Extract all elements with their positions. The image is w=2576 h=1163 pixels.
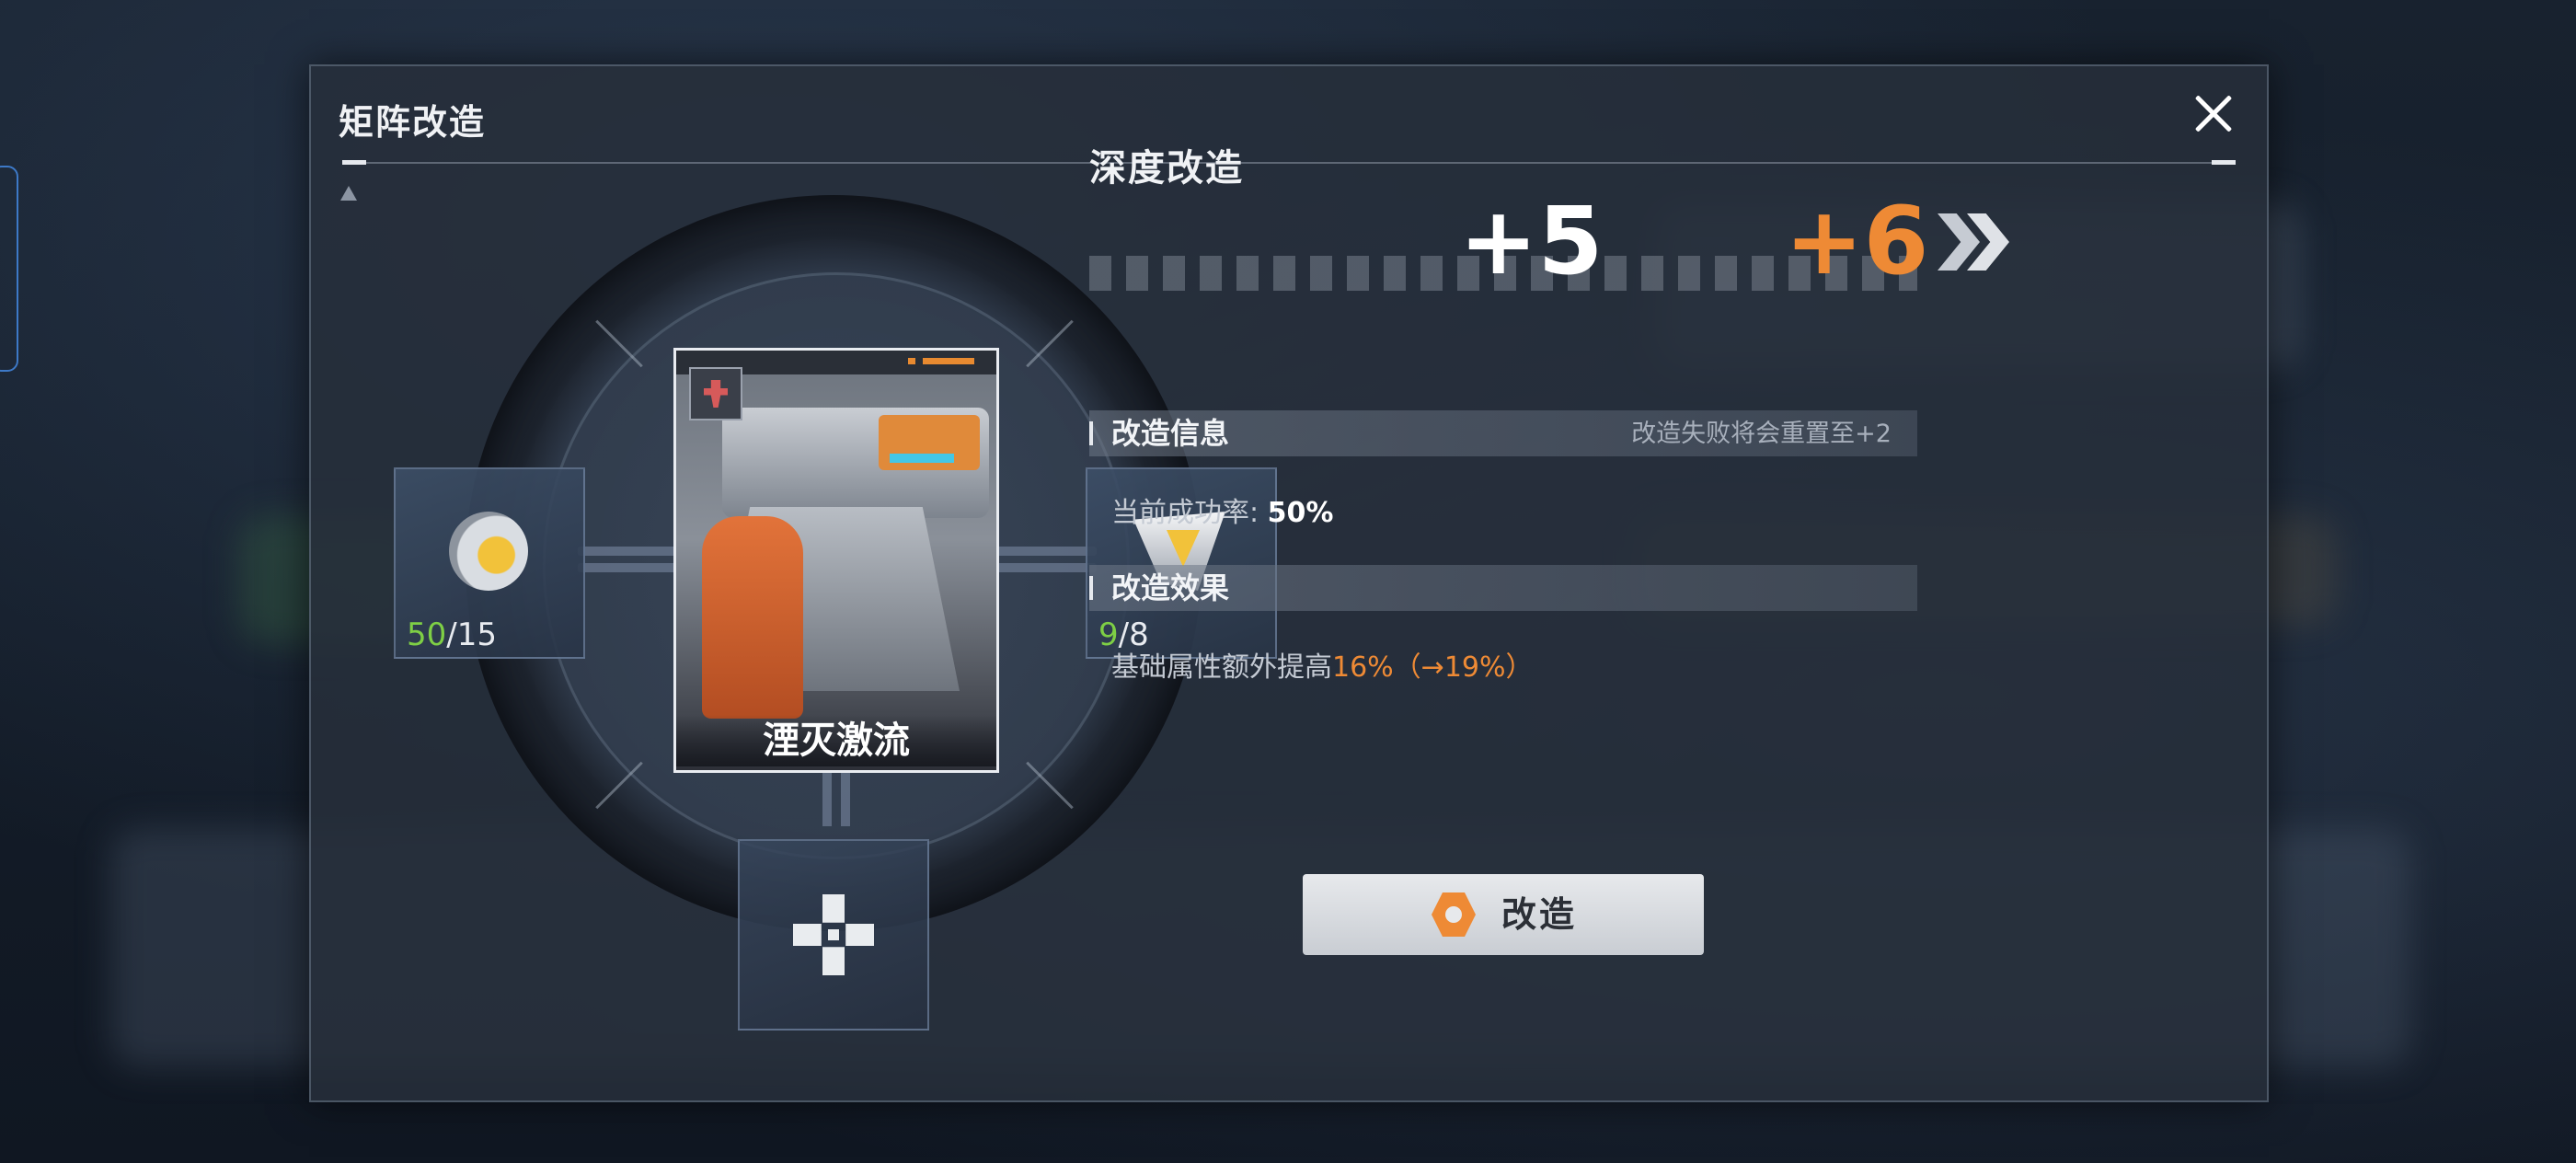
modify-button-label: 改造 [1501, 894, 1578, 935]
divider-accent-right [2212, 160, 2236, 165]
material-slot-left[interactable]: 50/15 [394, 467, 585, 659]
effect-description: 基础属性额外提高16%（→19%） [1111, 651, 1534, 684]
card-name: 湮灭激流 [676, 715, 996, 766]
close-button[interactable] [2186, 86, 2241, 142]
slot-connector [578, 547, 679, 556]
next-level: +6 [1785, 187, 1929, 296]
current-level: +5 [1459, 187, 1604, 296]
slot-connector [995, 563, 1097, 572]
matrix-card[interactable]: 湮灭激流 [673, 348, 999, 773]
side-tab[interactable] [0, 166, 18, 372]
energy-core-icon [449, 512, 528, 591]
effect-section-header: 改造效果 [1089, 565, 1917, 611]
card-type-badge [689, 367, 742, 420]
wrench-icon [1432, 892, 1476, 937]
deep-modify-title: 深度改造 [1089, 147, 1244, 190]
cannon-art-glow [890, 454, 954, 463]
section-title: 改造信息 [1111, 416, 1230, 451]
divider-accent-left [342, 160, 366, 165]
effect-value: 16%（→19%） [1332, 651, 1534, 684]
warning-icon [340, 186, 357, 201]
modify-button[interactable]: 改造 [1303, 874, 1704, 955]
pilot-art [702, 516, 803, 719]
title-divider [342, 162, 2236, 164]
slot-connector [995, 547, 1097, 556]
card-accent-bar [908, 358, 915, 364]
slot-connector [578, 563, 679, 572]
reset-note: 改造失败将会重置至+2 [1631, 420, 1892, 448]
plus-icon [793, 894, 874, 975]
card-accent-bar [923, 358, 974, 364]
material-count: 50/15 [407, 616, 497, 653]
info-section-header: 改造信息 改造失败将会重置至+2 [1089, 410, 1917, 456]
add-matrix-slot[interactable] [738, 839, 929, 1031]
dialog-title: 矩阵改造 [339, 102, 487, 143]
section-title: 改造效果 [1111, 570, 1230, 605]
attack-type-icon [704, 380, 728, 408]
slot-connector [841, 771, 850, 826]
success-rate-line: 当前成功率: 50% [1111, 497, 1334, 529]
success-rate-value: 50% [1267, 497, 1334, 529]
slot-connector [822, 771, 832, 826]
